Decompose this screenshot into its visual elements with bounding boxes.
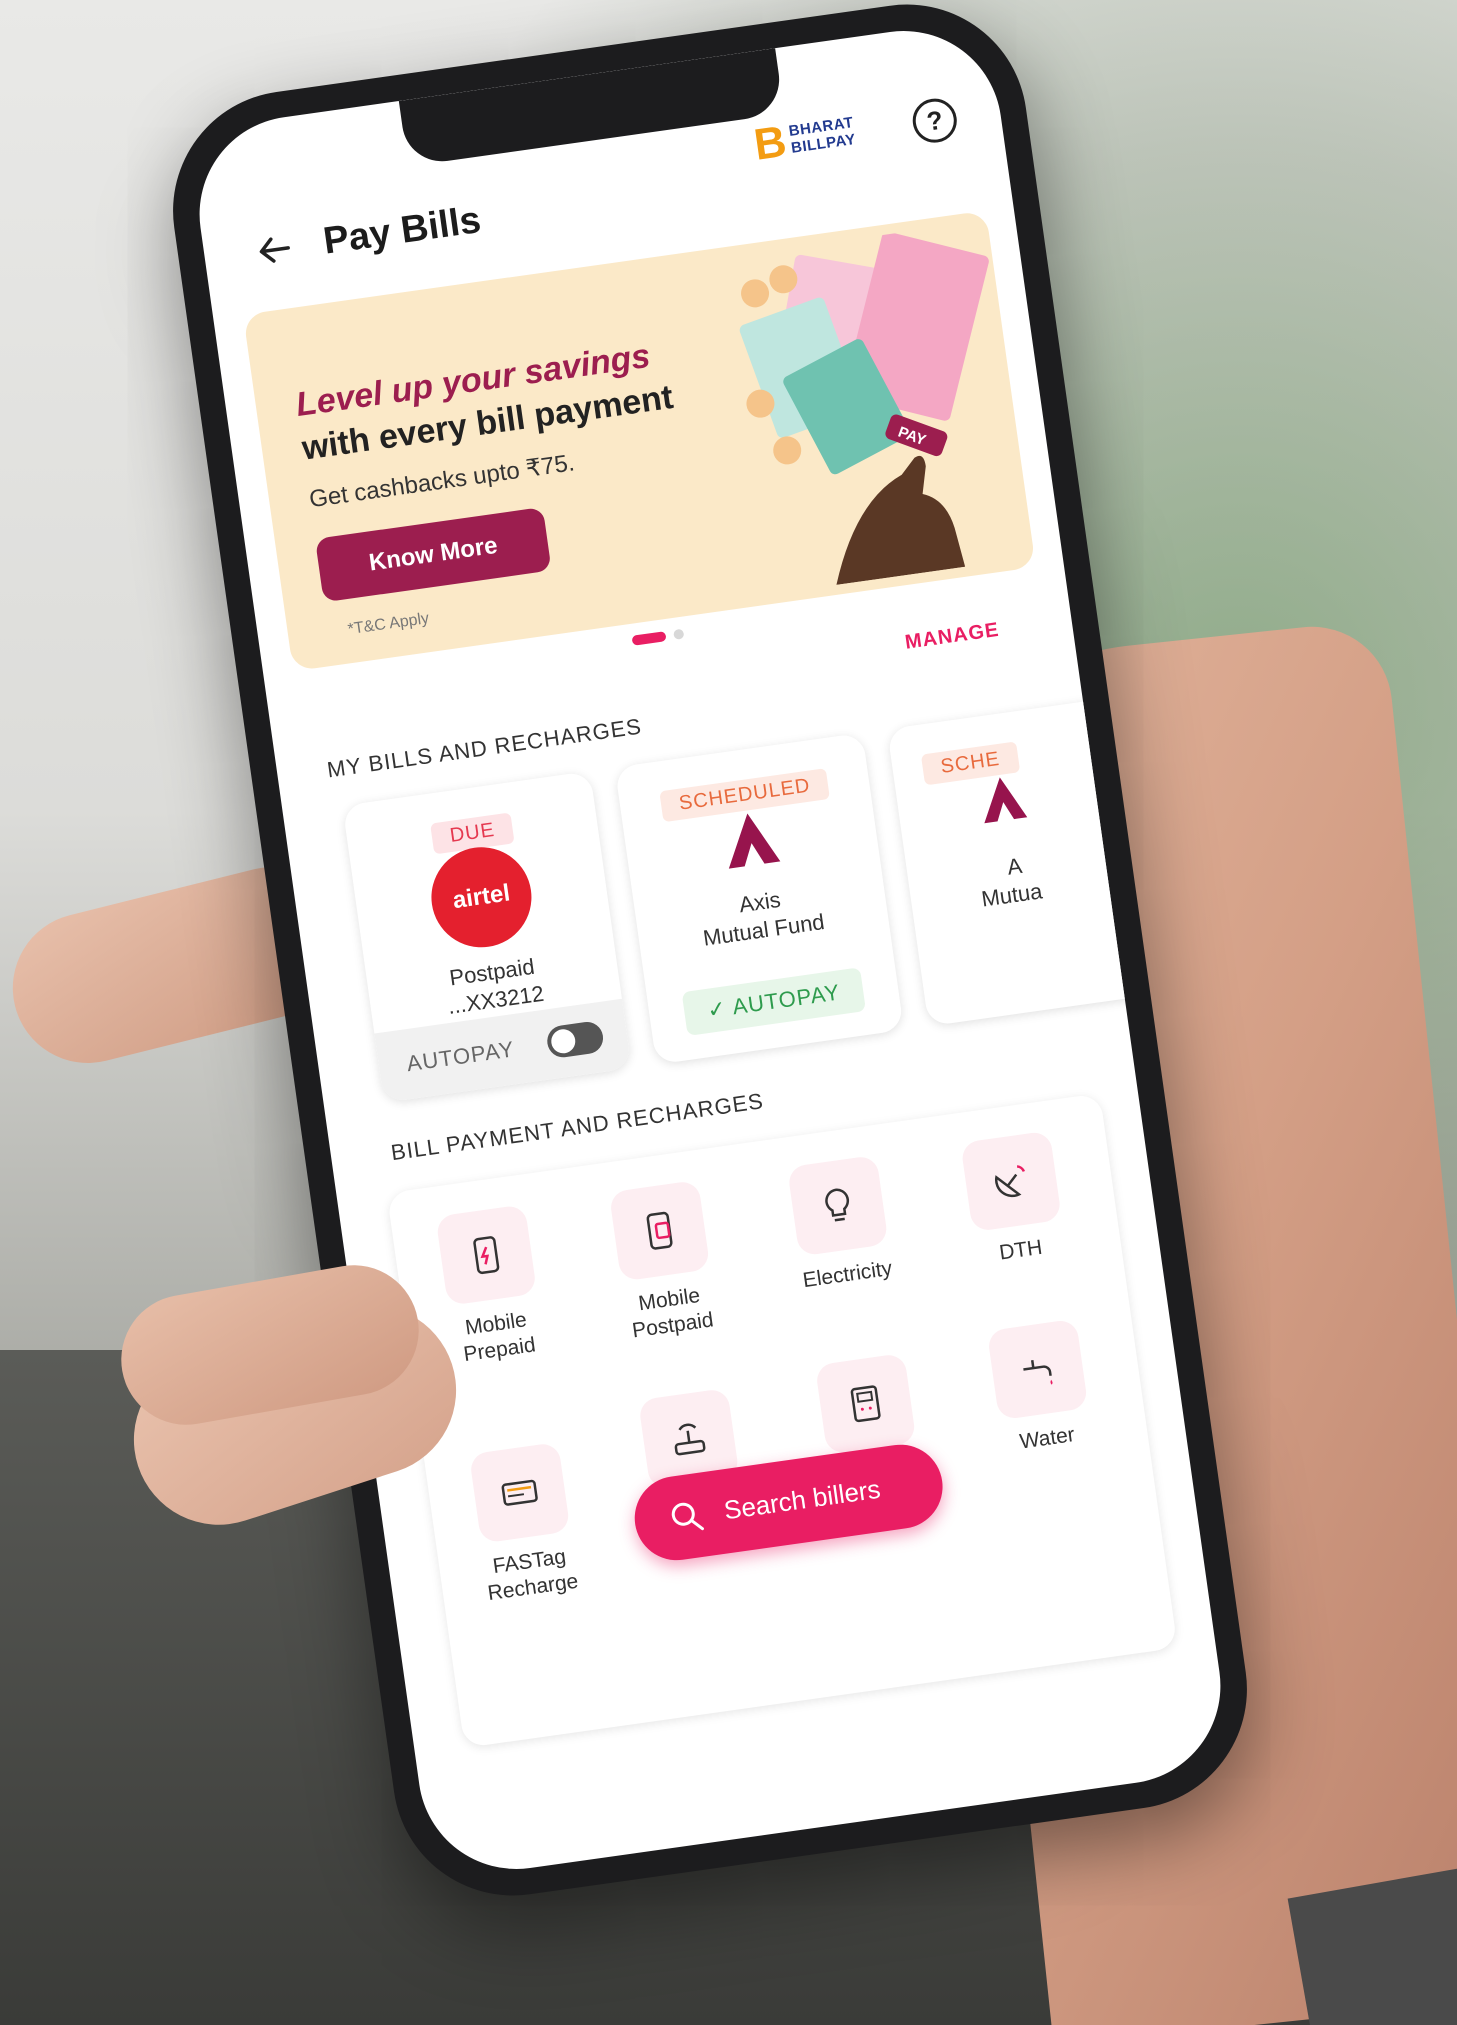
bharat-billpay-logo: B BHARAT BILLPAY	[751, 104, 887, 172]
fastag-icon	[468, 1441, 571, 1544]
manage-link[interactable]: MANAGE	[904, 619, 1001, 655]
landline-svg	[850, 1385, 881, 1423]
bill-card-airtel[interactable]: DUE airtel Postpaid ...XX3212 AUTOPAY	[342, 770, 632, 1103]
bills-illustration: PAY	[739, 231, 989, 585]
tile-label: Electricity	[801, 1256, 894, 1293]
mobile-prepaid-svg	[473, 1236, 500, 1275]
mobile-postpaid-svg	[646, 1211, 673, 1250]
hand-pointer	[836, 455, 966, 585]
my-bills-section-title: MY BILLS AND RECHARGES	[325, 713, 644, 783]
tile-fastag[interactable]: FASTag Recharge	[434, 1437, 614, 1612]
toggle-knob	[549, 1027, 577, 1055]
tile-dth[interactable]: DTH	[926, 1126, 1102, 1275]
search-billers-label: Search billers	[722, 1473, 883, 1526]
bbps-logo-text: BHARAT BILLPAY	[788, 114, 857, 157]
landline-icon	[814, 1352, 917, 1455]
satellite-dish-svg	[994, 1165, 1026, 1198]
back-arrow-svg	[259, 237, 290, 263]
tnc-note: *T&C Apply	[346, 609, 431, 639]
axis-logo	[984, 777, 1028, 824]
water-tap-svg	[1023, 1359, 1053, 1385]
tile-label: FASTag Recharge	[486, 1545, 580, 1606]
satellite-dish-icon	[960, 1130, 1062, 1233]
water-tap-icon	[986, 1318, 1089, 1421]
back-arrow-icon[interactable]	[252, 227, 297, 272]
autopay-label: AUTOPAY	[405, 1036, 517, 1077]
know-more-button[interactable]: Know More	[314, 506, 552, 603]
tile-label: Water	[1018, 1423, 1077, 1454]
bill-card-axis[interactable]: SCHEDULED Axis Mutual Fund ✓ AUTOPAY	[614, 732, 904, 1065]
tile-label: Mobile Postpaid	[630, 1283, 715, 1343]
tile-electricity[interactable]: Electricity	[752, 1150, 928, 1299]
bbps-logo-letter: B	[751, 116, 790, 170]
coin	[741, 279, 770, 308]
axis-logo	[728, 813, 781, 869]
bulb-svg	[825, 1188, 850, 1222]
check-icon: ✓	[705, 995, 729, 1023]
autopay-toggle[interactable]	[545, 1019, 606, 1060]
tile-label: DTH	[997, 1235, 1044, 1265]
mobile-postpaid-icon	[608, 1179, 711, 1282]
page-dot[interactable]	[673, 628, 685, 640]
coin	[773, 436, 802, 465]
page-title: Pay Bills	[320, 199, 484, 263]
autopay-label: AUTOPAY	[730, 979, 842, 1020]
page-dot-active	[631, 631, 667, 646]
broadband-router-svg	[674, 1423, 706, 1456]
help-icon[interactable]: ?	[909, 95, 960, 146]
tile-mobile-postpaid[interactable]: Mobile Postpaid	[574, 1175, 754, 1350]
autopay-active-badge: ✓ AUTOPAY	[681, 967, 866, 1036]
tile-water[interactable]: Water	[952, 1314, 1128, 1463]
axis-logo-mark	[984, 777, 1028, 824]
airtel-logo: airtel	[424, 840, 538, 954]
banner-page-indicator	[631, 626, 692, 648]
search-icon	[671, 1502, 704, 1531]
axis-logo-mark	[728, 813, 781, 869]
bulb-icon	[787, 1154, 889, 1257]
bill-categories-panel: Mobile Prepaid Mobile Postpaid Electricity…	[386, 1093, 1178, 1748]
promo-banner[interactable]: Level up your savings with every bill pa…	[243, 210, 1036, 672]
fastag-svg	[501, 1479, 538, 1506]
mobile-prepaid-icon	[435, 1204, 538, 1306]
